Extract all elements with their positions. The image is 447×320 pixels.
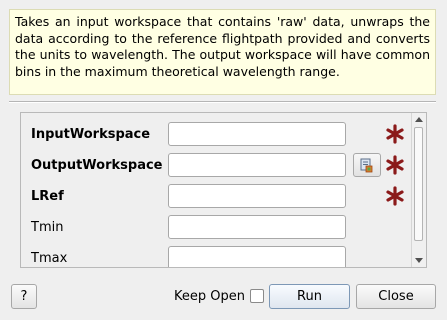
scrollbar-thumb[interactable] — [414, 127, 423, 241]
required-asterisk-icon — [386, 186, 404, 206]
keep-open-label: Keep Open — [174, 289, 245, 304]
property-label-tmin: Tmin — [31, 220, 64, 235]
property-label-lref: LRef — [31, 189, 64, 204]
property-row-inputworkspace: InputWorkspace — [21, 122, 411, 148]
keep-open-checkbox[interactable] — [250, 289, 264, 303]
required-asterisk-icon — [386, 155, 404, 175]
property-row-outputworkspace: OutputWorkspace — [21, 153, 411, 179]
workspace-browse-button[interactable] — [353, 153, 381, 177]
property-row-tmax: Tmax — [21, 246, 411, 267]
properties-panel: InputWorkspace OutputWorkspace LRef Tmin… — [20, 112, 427, 268]
required-asterisk-icon — [386, 124, 404, 144]
property-label-tmax: Tmax — [31, 251, 68, 266]
outputworkspace-field[interactable] — [168, 153, 346, 177]
help-button[interactable]: ? — [11, 284, 37, 309]
lref-field[interactable] — [168, 184, 346, 208]
scroll-down-arrow-icon[interactable] — [415, 258, 423, 263]
run-button[interactable]: Run — [269, 284, 350, 309]
tmin-field[interactable] — [168, 215, 346, 239]
algorithm-description: Takes an input workspace that contains '… — [9, 9, 436, 95]
tmax-field[interactable] — [168, 246, 346, 267]
inputworkspace-field[interactable] — [168, 122, 346, 146]
scroll-up-arrow-icon[interactable] — [415, 117, 423, 122]
property-label-outputworkspace: OutputWorkspace — [31, 158, 163, 173]
close-button[interactable]: Close — [356, 284, 436, 309]
divider — [9, 101, 436, 103]
properties-scrollbar[interactable] — [411, 113, 426, 267]
property-row-lref: LRef — [21, 184, 411, 210]
workspace-browse-icon — [360, 158, 373, 173]
property-label-inputworkspace: InputWorkspace — [31, 127, 151, 142]
property-row-tmin: Tmin — [21, 215, 411, 241]
